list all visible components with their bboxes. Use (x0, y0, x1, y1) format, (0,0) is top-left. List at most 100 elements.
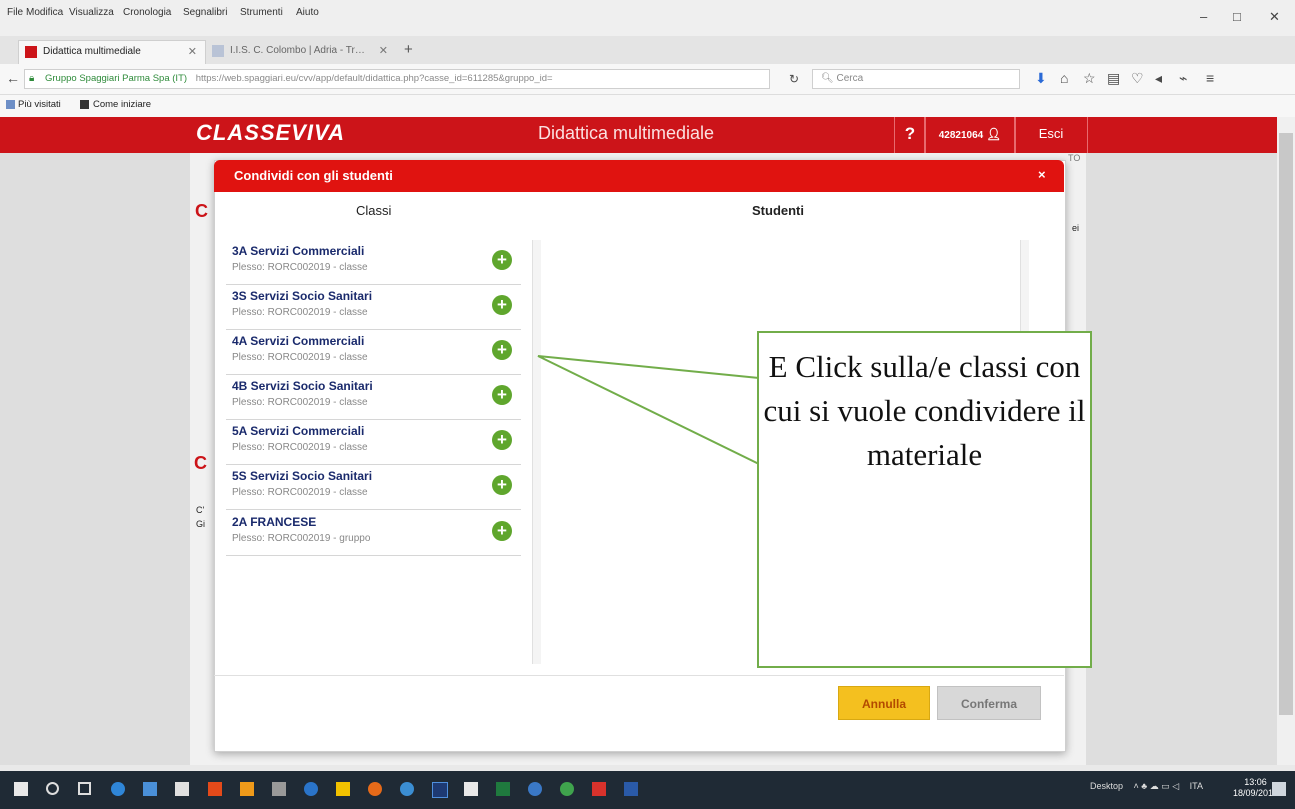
add-class-icon[interactable]: + (492, 521, 512, 541)
add-class-icon[interactable]: + (492, 475, 512, 495)
reload-icon[interactable]: ↻ (789, 72, 799, 86)
class-location: Plesso: RORC002019 - classe (232, 487, 368, 498)
class-item[interactable]: 2A FRANCESE Plesso: RORC002019 - gruppo … (226, 511, 521, 556)
add-class-icon[interactable]: + (492, 250, 512, 270)
lock-icon: 🔒︎ (29, 73, 35, 84)
class-item[interactable]: 5A Servizi Commerciali Plesso: RORC00201… (226, 420, 521, 465)
class-item[interactable]: 3A Servizi Commerciali Plesso: RORC00201… (226, 240, 521, 285)
class-name: 3S Servizi Socio Sanitari (232, 289, 373, 303)
desktop-toolbar[interactable]: Desktop (1090, 781, 1123, 791)
class-name: 4A Servizi Commerciali (232, 334, 365, 348)
mail-icon[interactable] (464, 782, 478, 796)
download-icon[interactable]: ⬇ (1035, 70, 1047, 87)
menu-strumenti[interactable]: Strumenti (240, 7, 283, 18)
firefox-icon[interactable] (368, 782, 382, 796)
tray-icons[interactable]: ˄ ♣ ☁ ▭ ◁ (1134, 781, 1180, 791)
office-icon[interactable] (208, 782, 222, 796)
tab-label: Didattica multimediale (43, 46, 141, 57)
callout-pointer (537, 355, 761, 466)
bookmark-come-iniziare[interactable]: Come iniziare (93, 99, 151, 110)
class-location: Plesso: RORC002019 - gruppo (232, 533, 371, 544)
bookmark-star-icon[interactable]: ☆ (1083, 70, 1096, 87)
add-class-icon[interactable]: + (492, 295, 512, 315)
modal-title: Condividi con gli studenti (234, 168, 393, 183)
class-item[interactable]: 4A Servizi Commerciali Plesso: RORC00201… (226, 330, 521, 375)
photoshop-icon[interactable] (432, 782, 448, 798)
help-button[interactable]: ? (894, 117, 926, 153)
home-icon[interactable]: ⌂ (1060, 70, 1068, 86)
menu-aiuto[interactable]: Aiuto (296, 7, 319, 18)
scrollbar-thumb[interactable] (1279, 133, 1293, 715)
instruction-callout: E Click sulla/e classi con cui si vuole … (757, 331, 1092, 668)
minimize-button[interactable]: – (1200, 9, 1207, 24)
notifications-icon[interactable] (1272, 782, 1286, 796)
page-fragment: ei (1072, 223, 1080, 233)
send-tab-icon[interactable]: ◂ (1155, 70, 1162, 87)
confirm-button[interactable]: Conferma (937, 686, 1041, 720)
menu-visualizza[interactable]: Visualizza (69, 7, 114, 18)
search-icon[interactable] (46, 782, 59, 795)
add-class-icon[interactable]: + (492, 340, 512, 360)
bookmark-piu-visitati[interactable]: Più visitati (18, 99, 61, 110)
word-icon[interactable] (624, 782, 638, 796)
tab-close-icon[interactable]: ✕ (379, 40, 388, 62)
menu-segnalibri[interactable]: Segnalibri (183, 7, 227, 18)
taskbar-app-icon[interactable] (143, 782, 157, 796)
classeviva-logo[interactable]: CLASSEVIVA (196, 120, 345, 146)
pocket-icon[interactable]: ♡ (1131, 70, 1144, 87)
task-view-icon[interactable] (78, 782, 91, 795)
modal-close-icon[interactable]: × (1038, 167, 1046, 182)
class-item[interactable]: 4B Servizi Socio Sanitari Plesso: RORC00… (226, 375, 521, 420)
back-arrow-icon[interactable]: ← (6, 70, 20, 86)
tab-colombo[interactable]: I.I.S. C. Colombo | Adria - Tr… ✕ (206, 40, 396, 64)
page-fragment: TO (1068, 153, 1081, 163)
cancel-button[interactable]: Annulla (838, 686, 930, 720)
menu-cronologia[interactable]: Cronologia (123, 7, 171, 18)
windows-start-icon[interactable] (14, 782, 28, 796)
taskbar-app-icon[interactable] (528, 782, 542, 796)
chrome-icon[interactable] (400, 782, 414, 796)
user-code: 42821064 (938, 130, 984, 141)
taskbar-app-icon[interactable] (304, 782, 318, 796)
illustrator-icon[interactable] (240, 782, 254, 796)
folder-icon (6, 100, 15, 109)
class-location: Plesso: RORC002019 - classe (232, 397, 368, 408)
close-window-button[interactable]: ✕ (1269, 9, 1280, 25)
logout-button[interactable]: Esci (1014, 117, 1088, 153)
tab-close-icon[interactable]: ✕ (188, 41, 197, 63)
acrobat-icon[interactable] (592, 782, 606, 796)
add-class-icon[interactable]: + (492, 430, 512, 450)
taskbar-app-icon[interactable] (560, 782, 574, 796)
window-controls: – □ ✕ (1185, 0, 1295, 36)
new-tab-button[interactable]: + (404, 41, 413, 58)
class-name: 5A Servizi Commerciali (232, 424, 365, 438)
modal-footer-divider (214, 675, 1064, 676)
extension-icon[interactable]: ⌁ (1179, 70, 1187, 87)
edge-icon[interactable] (111, 782, 125, 796)
menu-file[interactable]: File (7, 7, 23, 18)
user-button[interactable]: 42821064 👤︎ (924, 117, 1016, 153)
hamburger-menu-icon[interactable]: ≡ (1206, 70, 1214, 86)
class-location: Plesso: RORC002019 - classe (232, 352, 368, 363)
search-input[interactable]: 🔍︎ Cerca (812, 69, 1020, 89)
store-icon[interactable] (175, 782, 189, 796)
maximize-button[interactable]: □ (1233, 9, 1241, 24)
site-identity: Gruppo Spaggiari Parma Spa (IT) (45, 73, 188, 84)
tab-label: I.I.S. C. Colombo | Adria - Tr… (230, 45, 365, 56)
file-explorer-icon[interactable] (336, 782, 350, 796)
reading-list-icon[interactable]: ▤ (1107, 70, 1120, 87)
add-class-icon[interactable]: + (492, 385, 512, 405)
class-item[interactable]: 5S Servizi Socio Sanitari Plesso: RORC00… (226, 465, 521, 510)
calculator-icon[interactable] (272, 782, 286, 796)
class-location: Plesso: RORC002019 - classe (232, 442, 368, 453)
class-item[interactable]: 3S Servizi Socio Sanitari Plesso: RORC00… (226, 285, 521, 330)
page-fragment: Gi (196, 519, 205, 529)
tab-bar: Didattica multimediale ✕ I.I.S. C. Colom… (0, 36, 1295, 64)
menu-modifica[interactable]: Modifica (26, 7, 63, 18)
url-bar[interactable]: 🔒︎ Gruppo Spaggiari Parma Spa (IT) https… (24, 69, 770, 89)
tab-didattica[interactable]: Didattica multimediale ✕ (18, 40, 206, 64)
excel-icon[interactable] (496, 782, 510, 796)
user-icon: 👤︎ (986, 127, 1002, 141)
classeviva-favicon-icon (25, 46, 37, 58)
language-indicator[interactable]: ITA (1190, 781, 1203, 791)
